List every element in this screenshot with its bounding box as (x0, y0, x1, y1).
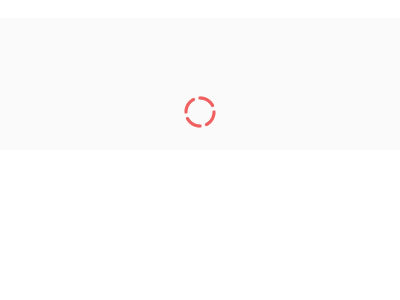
loading-spinner-icon (182, 94, 218, 130)
page (0, 0, 400, 300)
loading-overlay (0, 0, 400, 300)
